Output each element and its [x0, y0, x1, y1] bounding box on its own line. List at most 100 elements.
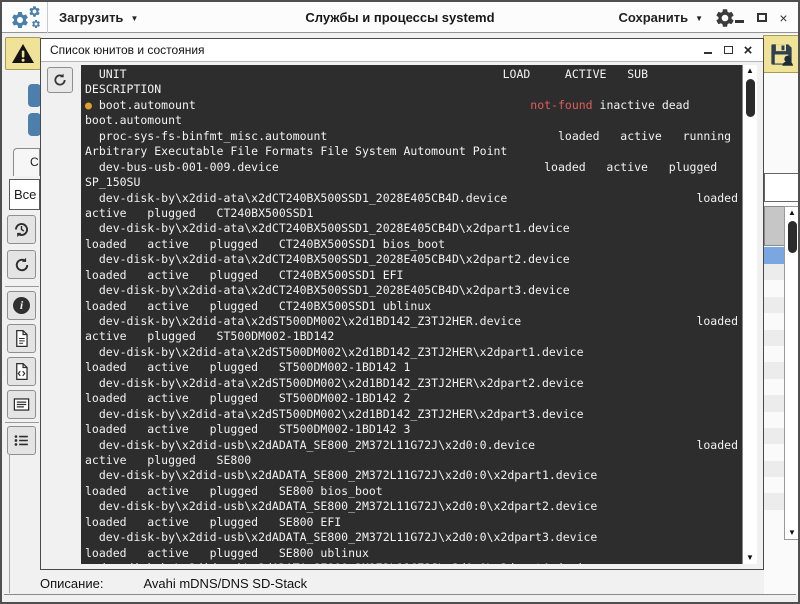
- table-row[interactable]: [764, 428, 784, 444]
- description-value: Avahi mDNS/DNS SD-Stack: [143, 576, 307, 591]
- save-button[interactable]: Сохранить ▼: [618, 2, 703, 33]
- table-row[interactable]: [764, 493, 784, 509]
- console-line: dev-disk-by\x2did-ata\x2dST500DM002\x2d1…: [85, 376, 738, 391]
- scrollbar-thumb[interactable]: [788, 221, 797, 253]
- console-line: dev-disk-by\x2did-usb\x2dADATA_SE800_2M3…: [85, 530, 738, 545]
- list-view-button[interactable]: [7, 390, 36, 419]
- console-line: dev-disk-by\x2did-usb\x2dADATA_SE800_2M3…: [85, 499, 738, 514]
- info-icon: i: [13, 297, 30, 314]
- app-window: Загрузить ▼ Службы и процессы systemd Со…: [0, 0, 800, 604]
- floppy-save-icon: [768, 41, 795, 68]
- scroll-up-icon[interactable]: ▲: [746, 65, 754, 77]
- table-row[interactable]: [764, 297, 784, 313]
- filter-dropdown[interactable]: Все: [9, 179, 40, 210]
- table-header-sliver: [764, 206, 784, 246]
- console-line: dev-disk-by\x2did-ata\x2dCT240BX500SSD1_…: [85, 283, 738, 298]
- console-line: DESCRIPTION: [85, 82, 738, 97]
- table-row[interactable]: [764, 461, 784, 477]
- console-line: boot.automount: [85, 113, 738, 128]
- console-line: ● boot.automountnot-found inactive dead: [85, 98, 738, 113]
- sidebar-separator: [5, 422, 39, 423]
- dialog-body: UNITLOAD ACTIVE SUB DESCRIPTION● boot.au…: [41, 62, 763, 569]
- console-line: dev-bus-usb-001-009.deviceloaded active …: [85, 160, 738, 175]
- close-button[interactable]: ×: [777, 11, 790, 24]
- save-button-label: Сохранить: [618, 10, 688, 25]
- console-line: loaded active plugged SE800 bios_boot: [85, 484, 738, 499]
- console-line: dev-disk-by\x2did-ata\x2dCT240BX500SSD1_…: [85, 252, 738, 267]
- console-line: loaded active plugged CT240BX500SSD1 ubl…: [85, 299, 738, 314]
- console-output[interactable]: UNITLOAD ACTIVE SUB DESCRIPTION● boot.au…: [81, 65, 742, 564]
- refresh-button-sidebar[interactable]: [7, 250, 36, 279]
- status-bar: Описание: Avahi mDNS/DNS SD-Stack: [40, 572, 307, 594]
- table-row[interactable]: [764, 510, 784, 526]
- console-line: dev-disk-by\x2did-ata\x2dST500DM002\x2d1…: [85, 314, 738, 329]
- table-row[interactable]: [764, 330, 784, 346]
- console-line: loaded active plugged CT240BX500SSD1 bio…: [85, 237, 738, 252]
- warning-button[interactable]: [5, 37, 41, 70]
- units-table-rows: [764, 264, 784, 526]
- table-row[interactable]: [764, 444, 784, 460]
- table-row[interactable]: [764, 412, 784, 428]
- search-field-sliver[interactable]: [764, 173, 800, 202]
- dropdown-arrow-icon: ▼: [695, 14, 703, 23]
- console-line: loaded active plugged ST500DM002-1BD142 …: [85, 360, 738, 375]
- bullet-list-button[interactable]: [7, 426, 36, 455]
- table-row[interactable]: [764, 379, 784, 395]
- refresh-icon: [13, 256, 31, 274]
- console-line: UNITLOAD ACTIVE SUB: [85, 67, 738, 82]
- console-line: Arbitrary Executable File Formats File S…: [85, 144, 738, 159]
- scroll-down-icon[interactable]: ▼: [746, 552, 754, 564]
- table-row[interactable]: [764, 362, 784, 378]
- scrollbar-thumb[interactable]: [746, 79, 755, 117]
- main-toolbar: Загрузить ▼ Службы и процессы systemd Со…: [2, 2, 798, 33]
- console-wrap: UNITLOAD ACTIVE SUB DESCRIPTION● boot.au…: [81, 65, 757, 564]
- maximize-button[interactable]: [755, 11, 768, 24]
- panel-border: [9, 454, 10, 593]
- table-row[interactable]: [764, 264, 784, 280]
- table-row[interactable]: [764, 280, 784, 296]
- filter-value: Все: [14, 187, 36, 202]
- save-file-button[interactable]: [763, 35, 800, 73]
- history-icon: [12, 220, 31, 239]
- document-button[interactable]: [7, 324, 36, 353]
- console-scrollbar[interactable]: ▲ ▼: [742, 65, 757, 564]
- bullet-list-icon: [12, 431, 31, 450]
- dialog-titlebar[interactable]: Список юнитов и состояния ×: [41, 39, 763, 62]
- console-line: active plugged CT240BX500SSD1: [85, 206, 738, 221]
- document-icon: [12, 329, 31, 348]
- table-row[interactable]: [764, 477, 784, 493]
- list-box-icon: [12, 395, 31, 414]
- console-line: dev-disk-by\x2did-usb\x2dADATA_SE800_2M3…: [85, 438, 738, 453]
- table-row[interactable]: [764, 346, 784, 362]
- console-line: loaded active plugged CT240BX500SSD1 EFI: [85, 268, 738, 283]
- dialog-close-button[interactable]: ×: [742, 44, 754, 56]
- console-line: loaded active plugged ST500DM002-1BD142 …: [85, 391, 738, 406]
- unit-file-button[interactable]: [7, 357, 36, 386]
- history-button[interactable]: [7, 215, 36, 244]
- table-selected-row[interactable]: [764, 247, 784, 264]
- table-row[interactable]: [764, 313, 784, 329]
- tab-services[interactable]: С: [13, 148, 40, 176]
- console-line: dev-disk-by\x2did-usb\x2dADATA_SE800_2M3…: [85, 468, 738, 483]
- warning-triangle-icon: [10, 42, 36, 66]
- sidebar-separator: [5, 286, 39, 287]
- scroll-up-icon[interactable]: ▲: [788, 207, 796, 219]
- dialog-controls: ×: [702, 44, 754, 56]
- console-line: dev-disk-by\x2did-ata\x2dST500DM002\x2d1…: [85, 345, 738, 360]
- console-line: loaded active plugged SE800 EFI: [85, 515, 738, 530]
- console-line: dev-disk-by\x2did-ata\x2dST500DM002\x2d1…: [85, 407, 738, 422]
- minimize-button[interactable]: [733, 11, 746, 24]
- console-line: dev-disk-by\x2did-ata\x2dCT240BX500SSD1_…: [85, 221, 738, 236]
- table-vertical-scrollbar[interactable]: ▲ ▼: [784, 206, 800, 540]
- dialog-maximize-button[interactable]: [722, 44, 734, 56]
- console-line: active plugged SE800: [85, 453, 738, 468]
- units-dialog: Список юнитов и состояния × UNITLOAD ACT…: [40, 38, 764, 570]
- table-row[interactable]: [764, 395, 784, 411]
- window-controls: ×: [733, 2, 790, 33]
- scroll-down-icon[interactable]: ▼: [788, 527, 796, 539]
- code-file-icon: [12, 362, 31, 381]
- info-button[interactable]: i: [7, 291, 36, 320]
- console-line: SP_150SU: [85, 175, 738, 190]
- dialog-minimize-button[interactable]: [702, 44, 714, 56]
- dialog-refresh-button[interactable]: [47, 67, 73, 93]
